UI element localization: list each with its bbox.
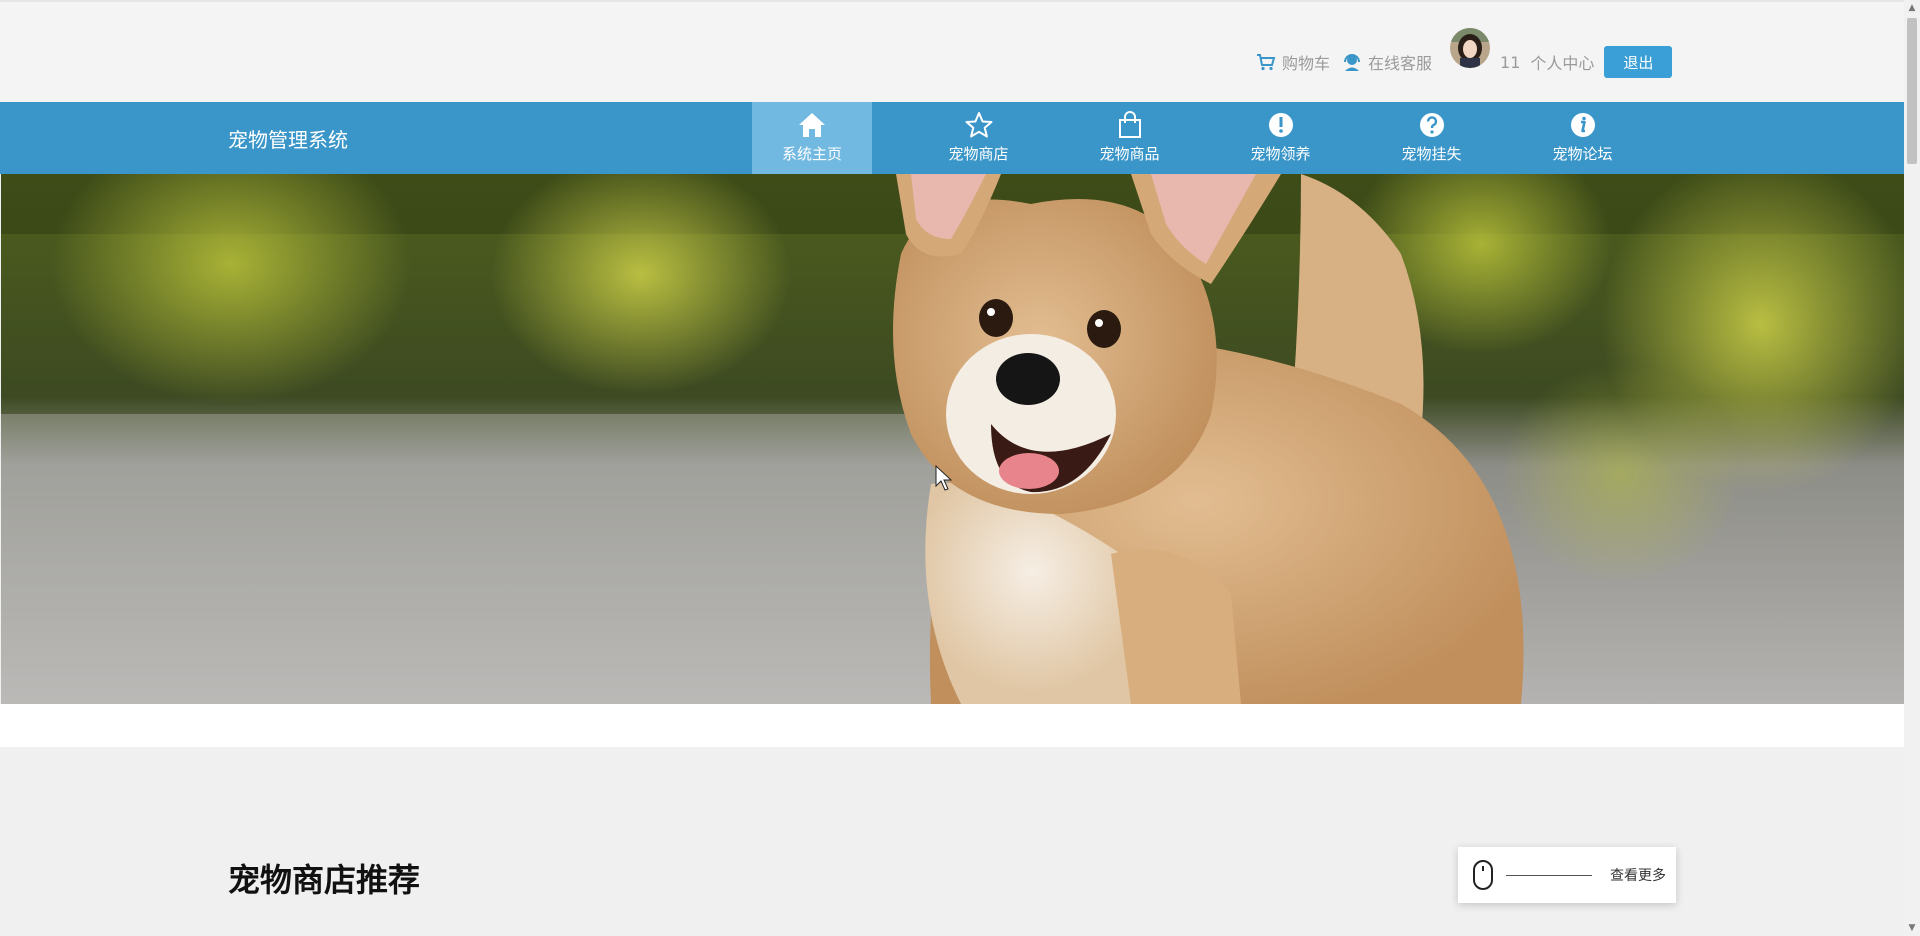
scroll-down-icon[interactable]: ▼ [1904,920,1920,936]
exclamation-icon [1268,113,1293,137]
scroll-thumb[interactable] [1907,18,1917,164]
nav-label: 宠物论坛 [1552,145,1613,163]
site-brand[interactable]: 宠物管理系统 [228,124,348,153]
nav-item-pet-shop[interactable]: 宠物商店 [903,102,1054,174]
nav-item-adoption[interactable]: 宠物领养 [1205,102,1356,174]
cart-link[interactable]: 购物车 [1256,50,1330,74]
cart-icon [1257,54,1276,71]
shopping-bag-icon [1118,111,1141,138]
question-icon [1419,113,1444,137]
view-more-label: 查看更多 [1610,868,1666,884]
service-link[interactable]: 在线客服 [1342,50,1432,74]
main-nav: 宠物管理系统 系统主页 宠物商店 宠物商品 宠物领养 宠物挂失 宠物论坛 [0,102,1904,174]
scroll-up-icon[interactable]: ▲ [1904,0,1920,16]
nav-label: 宠物领养 [1250,145,1311,163]
banner-bottom-strip [0,704,1904,747]
top-links: 购物车 在线客服 11 个人中心 退出 [1256,28,1673,96]
logout-button[interactable]: 退出 [1604,46,1673,78]
page-scrollbar[interactable]: ▲ ▼ [1904,0,1920,936]
cart-label: 购物车 [1282,54,1331,73]
view-more-button[interactable]: 查看更多 [1458,847,1676,903]
section-title: 宠物商店推荐 [228,861,421,899]
avatar[interactable] [1450,28,1491,68]
info-icon [1570,113,1595,137]
star-icon [965,112,992,138]
nav-item-home[interactable]: 系统主页 [752,102,872,174]
hero-banner[interactable] [1,174,1904,704]
divider-line [1506,874,1592,876]
nav-label: 宠物商品 [1099,145,1160,163]
nav-items: 系统主页 宠物商店 宠物商品 宠物领养 宠物挂失 宠物论坛 [752,102,1658,174]
username: 11 [1500,52,1521,72]
corgi-photo [1,174,1904,704]
home-icon [799,113,825,137]
nav-label: 宠物挂失 [1401,145,1462,163]
nav-label: 宠物商店 [948,145,1009,163]
nav-label: 系统主页 [781,145,842,163]
headset-icon [1344,54,1361,71]
mouse-icon [1473,860,1493,890]
personal-center-link[interactable]: 个人中心 [1530,50,1594,74]
nav-item-lost[interactable]: 宠物挂失 [1356,102,1507,174]
nav-item-forum[interactable]: 宠物论坛 [1507,102,1658,174]
service-label: 在线客服 [1368,54,1433,73]
nav-item-pet-goods[interactable]: 宠物商品 [1054,102,1205,174]
top-bar: 购物车 在线客服 11 个人中心 退出 [0,0,1904,102]
